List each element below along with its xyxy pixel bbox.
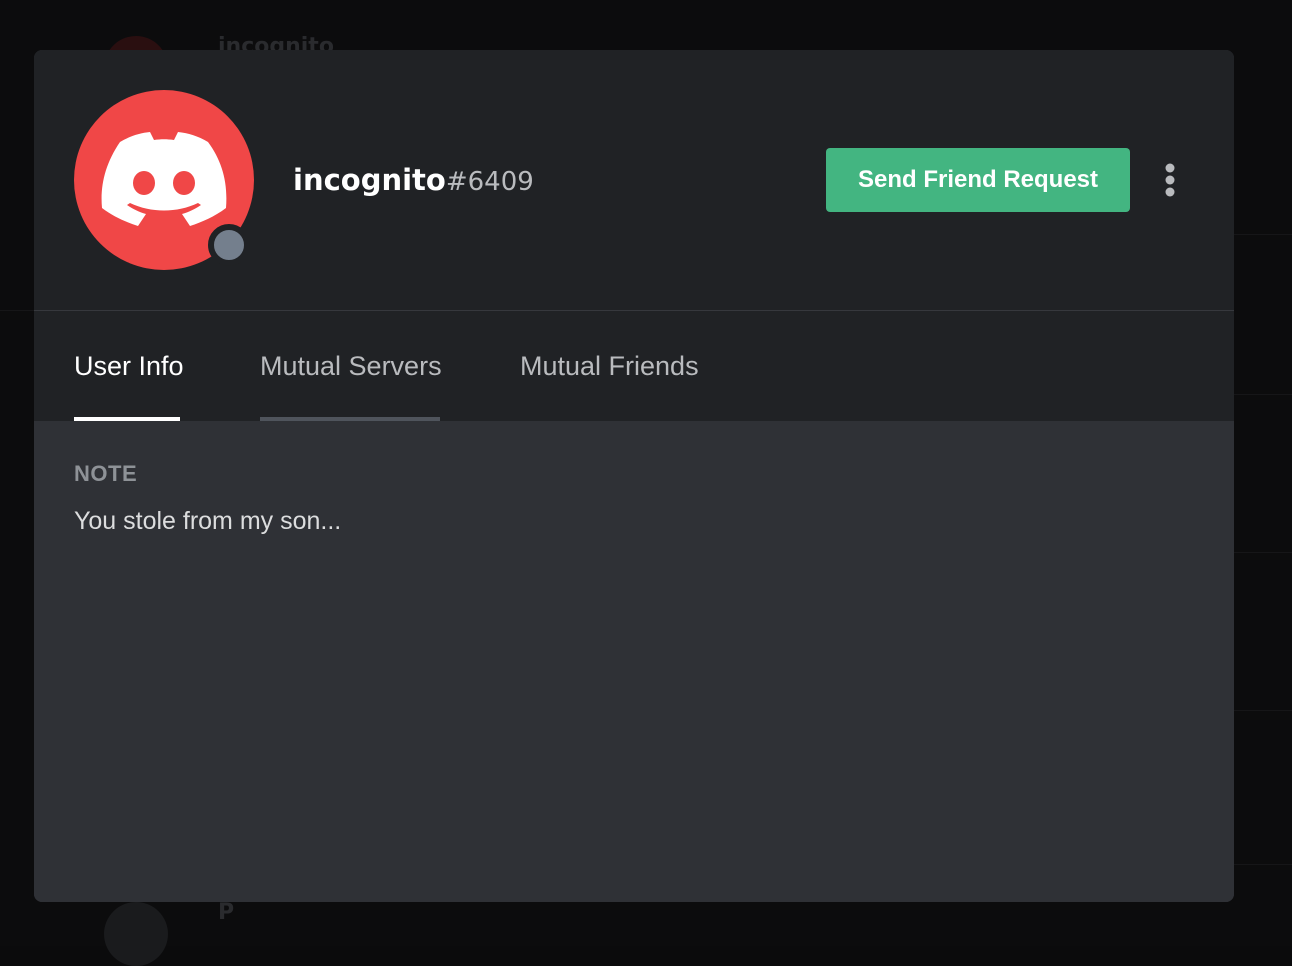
background-divider [1234, 864, 1292, 865]
tab-label: User Info [74, 350, 184, 381]
user-profile-modal: incognito#6409 Send Friend Request User … [34, 50, 1234, 902]
tab-label: Mutual Friends [520, 350, 699, 381]
more-options-button[interactable] [1152, 158, 1188, 202]
background-divider [1234, 394, 1292, 395]
discord-logo-icon [101, 132, 227, 226]
discriminator: #6409 [445, 167, 534, 197]
user-info-panel: NOTE You stole from my son... [34, 421, 1234, 902]
background-avatar [104, 902, 168, 966]
note-field[interactable]: You stole from my son... [74, 507, 341, 536]
username: incognito [293, 163, 446, 197]
user-tag[interactable]: incognito#6409 [293, 158, 534, 204]
tab-label: Mutual Servers [260, 350, 442, 381]
background-username: P [218, 900, 235, 925]
tab-mutual-friends[interactable]: Mutual Friends [520, 311, 700, 421]
background-divider [1234, 234, 1292, 235]
avatar-container [74, 90, 254, 270]
note-label: NOTE [74, 461, 138, 486]
background-divider [1234, 552, 1292, 553]
background-divider [0, 310, 34, 311]
profile-header: incognito#6409 Send Friend Request [34, 50, 1234, 311]
background-divider [1234, 710, 1292, 711]
tab-mutual-servers[interactable]: Mutual Servers [260, 311, 442, 421]
send-friend-request-button[interactable]: Send Friend Request [826, 148, 1130, 212]
status-indicator-offline [208, 224, 250, 266]
tab-user-info[interactable]: User Info [74, 311, 184, 421]
vertical-ellipsis-icon [1165, 163, 1175, 197]
profile-tabs: User Info Mutual Servers Mutual Friends [34, 311, 1234, 421]
